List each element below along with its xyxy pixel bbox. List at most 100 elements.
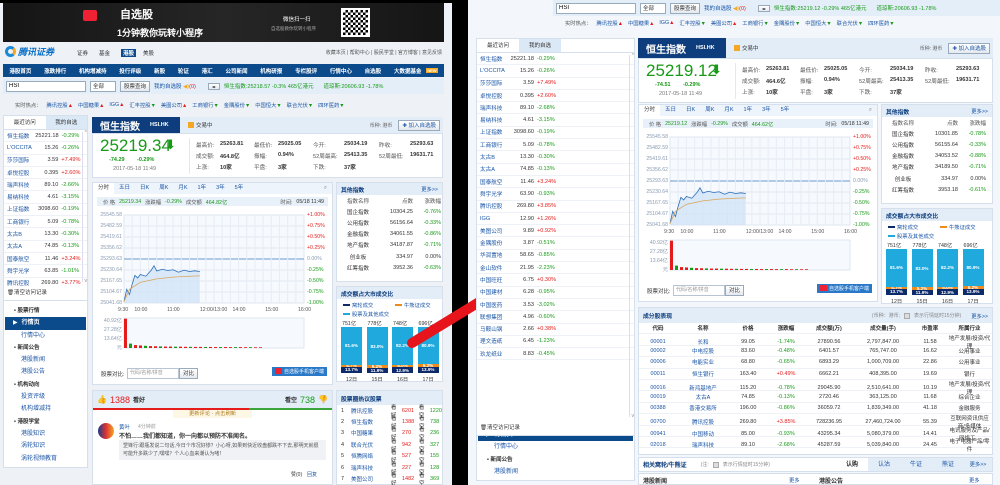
stock-price: 89.10 [520,104,534,111]
stock-price: 9.89 [523,227,534,234]
list-item[interactable]: 卓悦控股 0.395 +2.60% [4,167,87,180]
list-item[interactable]: 美图公司 9.89 +0.92% [477,225,634,238]
list-item[interactable]: 卓悦控股 0.395 +2.60% [477,90,634,103]
list-item[interactable]: 舜宇光学 63.90 -0.93% [477,188,634,201]
stock-price: 3.59 [47,157,59,164]
recent-list: 恒生指数 25221.18 -0.29% L'OCCITA 15.26 -0.26% 莎莎国… [477,53,634,421]
list-item[interactable]: 太古B 13.30 -0.30% [477,151,634,164]
stock-change: -0.13% [537,166,555,173]
stock-change: -0.85% [537,252,555,259]
list-item[interactable]: 瑞声科技 89.10 -2.68% [477,102,634,115]
list-item[interactable]: 联想集团 4.96 -0.60% [477,311,634,324]
scroll-down-icon[interactable]: v [632,413,635,419]
stock-change: -2.23% [537,264,555,271]
list-item[interactable]: 太古B 13.30 -0.30% [4,228,87,241]
list-item[interactable]: 中国旺旺 6.75 +0.30% [477,274,634,287]
list-item[interactable]: 国泰航空 11.46 +3.24% [477,176,634,189]
scroll-up-icon[interactable]: ^ [632,53,634,59]
scroll-down-icon[interactable]: v [85,278,88,284]
list-item[interactable]: 易纳科技 4.61 -3.15% [4,191,87,204]
stock-change: -0.30% [537,154,555,161]
stock-price: 63.90 [520,190,534,197]
stock-change: +3.85% [537,203,557,210]
trash-icon: 🗑 [480,425,487,431]
stock-price: 6.45 [523,338,534,345]
stock-change: -2.68% [537,104,555,111]
stock-change: +0.38% [537,326,557,333]
stock-price: 269.80 [41,280,59,286]
scrollbar[interactable] [82,132,86,282]
list-item[interactable]: 玖龙纸业 8.83 -0.45% [477,348,634,361]
recent-sidebar: 最近访问 我的自选 恒生指数 25221.18 -0.29% L'OCCITA 15.26-… [476,38,635,436]
list-item[interactable]: 恒生指数 25221.18 -0.29% [477,53,634,66]
stock-name: 瑞声科技 [480,105,503,112]
stock-name: 莎莎国际 [7,158,30,165]
list-item[interactable]: 上证指数 3098.60 -0.19% [4,204,87,217]
list-item[interactable]: L'OCCITA 15.26 -0.26% [4,142,87,155]
stock-price: 3.59 [523,80,534,87]
stock-change: -0.93% [537,190,555,197]
stock-name: 腾讯控股 [7,281,30,286]
stock-name: 太古B [480,155,495,162]
clear-record-label: 清空访问记录 [13,290,47,296]
stock-price: 5.09 [47,218,59,225]
trash-icon: 🗑 [7,290,14,296]
list-item[interactable]: IGG 12.90 +1.26% [477,213,634,226]
list-item[interactable]: 理文造纸 6.45 -1.23% [477,336,634,349]
list-item[interactable]: 马鞍山钢 2.66 +0.38% [477,324,634,336]
stock-price: 3.87 [523,240,534,247]
list-item[interactable]: 国泰航空 11.46 +3.24% [4,253,87,266]
list-item[interactable]: 莎莎国际 3.59 +7.49% [4,155,87,167]
sidebar-tabs: 最近访问 我的自选 [4,116,87,130]
list-item[interactable]: 中国建材 6.28 -0.95% [477,287,634,299]
list-item[interactable]: 腾讯控股 269.80 +3.85% [477,201,634,213]
stock-name: 莎莎国际 [480,81,503,88]
stock-change: +3.24% [537,178,557,185]
stock-name: 太古A [480,167,495,174]
stock-name: 中国旺旺 [480,277,503,284]
list-item[interactable]: L'OCCITA 15.26 -0.26% [477,65,634,78]
scrollbar[interactable] [629,55,633,417]
stock-name: 瑞声科技 [7,182,30,189]
list-item[interactable]: 工商银行 5.09 -0.78% [4,216,87,229]
recent-list: 恒生指数 25221.18 -0.29% L'OCCITA 15.26 -0.26% 莎莎国… [4,130,87,286]
list-item[interactable]: 易纳科技 4.61 -3.15% [477,114,634,127]
stock-name: 美图公司 [480,228,503,235]
list-item[interactable]: 华润置地 58.65 -0.85% [477,250,634,263]
list-item[interactable]: 金隅股份 3.87 -0.51% [477,237,634,250]
list-item[interactable]: 舜宇光学 63.85 -1.01% [4,265,87,278]
stock-price: 4.61 [523,117,534,124]
stock-name: 金隅股份 [480,241,503,248]
list-item[interactable]: 上证指数 3098.60 -0.19% [477,127,634,140]
stock-name: 国泰航空 [480,179,503,186]
stock-change: -0.60% [537,313,555,320]
stock-price: 11.46 [44,255,59,262]
list-item[interactable]: 恒生指数 25221.18 -0.29% [4,130,87,143]
stock-name: 易纳科技 [480,118,503,125]
list-item[interactable]: 瑞声科技 89.10 -2.66% [4,179,87,192]
stock-name: 舜宇光学 [7,268,30,275]
stock-price: 74.85 [520,166,534,173]
scroll-up-icon[interactable]: ^ [85,130,87,136]
stock-name: 上证指数 [480,130,503,137]
list-item[interactable]: 莎莎国际 3.59 +7.49% [477,78,634,90]
list-item[interactable]: 中国医药 3.53 -3.02% [477,299,634,312]
sidebar-tab-my-watch[interactable]: 我的自选 [45,116,87,129]
stock-price: 3.53 [523,301,534,308]
list-item[interactable]: 太古A 74.85 -0.13% [4,241,87,253]
stock-price: 25221.18 [510,55,534,62]
list-item[interactable]: 太古A 74.85 -0.13% [477,164,634,176]
sidebar-tab-my-watch[interactable]: 我的自选 [519,39,561,52]
sidebar-tab-recent[interactable]: 最近访问 [4,116,46,129]
list-item[interactable]: 金山软件 21.95 -2.23% [477,262,634,275]
clear-record-button[interactable]: 🗑清空访问记录 [7,288,47,296]
clear-record-button[interactable]: 🗑清空访问记录 [480,423,520,431]
sidebar-tab-recent[interactable]: 最近访问 [477,39,519,52]
stock-change: -0.45% [537,350,555,357]
stock-price: 89.10 [44,181,59,188]
stock-price: 15.26 [520,67,534,74]
stock-name: 联想集团 [480,314,503,321]
stock-price: 6.75 [523,276,534,283]
list-item[interactable]: 工商银行 5.09 -0.78% [477,139,634,152]
list-item[interactable]: 腾讯控股 269.80 +3.77% [4,278,87,286]
